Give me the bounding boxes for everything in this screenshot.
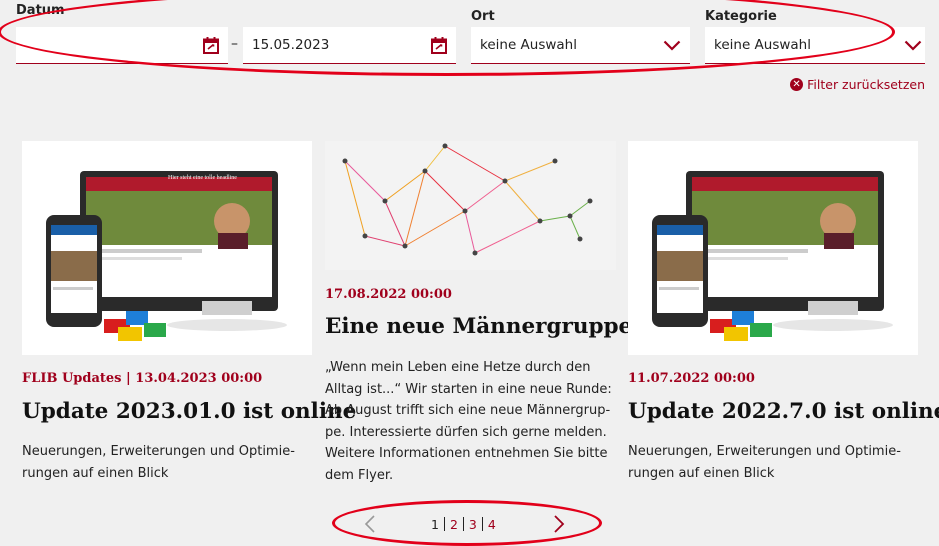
chevron-down-icon (662, 38, 682, 52)
card-title[interactable]: Eine neue Männergruppe (325, 314, 632, 339)
reset-filter-button[interactable]: ✕ Filter zurücksetzen (790, 77, 925, 92)
location-select[interactable]: keine Auswahl (471, 27, 690, 64)
mockup-headline: Hier steht eine tolle headline (168, 175, 237, 181)
page-1[interactable]: 1 (426, 517, 444, 532)
card-description: Neuerungen, Erweiterungen und Optimie- r… (628, 441, 923, 484)
description-line: „Wenn mein Leben eine Hetze durch den (325, 360, 591, 375)
date-to-field[interactable]: 15.05.2023 (243, 27, 456, 64)
chevron-right-icon[interactable] (547, 512, 571, 536)
chevron-left-icon[interactable] (358, 512, 382, 536)
calendar-icon[interactable] (430, 36, 448, 54)
card-description: „Wenn mein Leben eine Hetze durch den Al… (325, 357, 620, 486)
description-line: Neuerungen, Erweiterungen und Optimie- (628, 444, 901, 459)
category-label: Kategorie (705, 9, 777, 24)
network-graphic (325, 141, 616, 270)
calendar-icon[interactable] (202, 36, 220, 54)
date-separator: – (231, 36, 238, 52)
close-circle-icon: ✕ (790, 78, 804, 91)
card-image-network[interactable] (325, 141, 616, 270)
card-description: Neuerungen, Erweiterungen und Optimie- r… (22, 441, 312, 484)
category-value: keine Auswahl (714, 37, 811, 53)
category-select[interactable]: keine Auswahl (705, 27, 925, 64)
card-meta: 11.07.2022 00:00 (628, 371, 755, 386)
location-value: keine Auswahl (480, 37, 577, 53)
description-line: Neuerungen, Erweiterungen und Optimie- (22, 444, 295, 459)
location-label: Ort (471, 9, 495, 24)
page-2[interactable]: 2 (445, 517, 463, 532)
description-line: Alltag ist...“ Wir starten in eine neue … (325, 381, 612, 397)
description-line: rungen auf einen Blick (628, 465, 775, 481)
page-3[interactable]: 3 (464, 517, 482, 532)
description-line: Weitere Informationen entnehmen Sie bitt… (325, 446, 608, 461)
card-image-update-2023[interactable]: Hier steht eine tolle headline (22, 141, 312, 355)
description-line: pe. Interessierte dürfen sich gerne meld… (325, 424, 607, 440)
card-title[interactable]: Update 2023.01.0 ist online (22, 399, 356, 424)
chevron-down-icon (903, 38, 923, 52)
card-meta: 17.08.2022 00:00 (325, 287, 452, 302)
card-meta: FLIB Updates | 13.04.2023 00:00 (22, 371, 263, 386)
card-image-update-2022[interactable] (628, 141, 918, 355)
card-title[interactable]: Update 2022.7.0 ist online (628, 399, 939, 424)
date-to-value: 15.05.2023 (252, 37, 330, 53)
description-line: dem Flyer. (325, 467, 394, 483)
description-line: rungen auf einen Blick (22, 465, 169, 481)
description-line: Ab August trifft sich eine neue Männergr… (325, 403, 611, 418)
date-from-field[interactable] (16, 27, 228, 64)
page-4[interactable]: 4 (483, 517, 501, 532)
pagination: 1 2 3 4 (358, 512, 578, 536)
date-label: Datum (16, 3, 65, 18)
reset-filter-label: Filter zurücksetzen (807, 77, 925, 92)
